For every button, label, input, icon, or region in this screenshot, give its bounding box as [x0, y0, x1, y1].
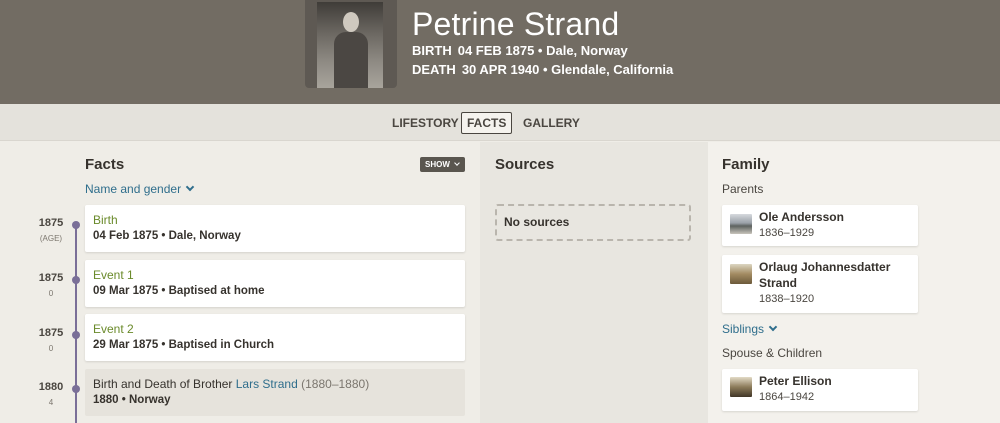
fact-detail: 29 Mar 1875 • Baptised in Church [93, 339, 275, 351]
birth-label: BIRTH [412, 43, 452, 58]
family-heading: Family [722, 156, 770, 173]
fact-title: Event 1 [93, 268, 134, 282]
person-dates: 1836–1929 [759, 227, 815, 239]
person-name: Peter Ellison [759, 374, 832, 388]
name-gender-label: Name and gender [85, 182, 182, 196]
birth-summary: BIRTH 04 FEB 1875 • Dale, Norway [412, 43, 628, 58]
timeline-age: (AGE) [39, 234, 63, 243]
tab-gallery[interactable]: GALLERY [517, 112, 586, 134]
person-name-line2: Strand [759, 276, 798, 290]
fact-card-sibling-event[interactable]: Birth and Death of Brother Lars Strand (… [85, 369, 465, 416]
person-thumbnail [730, 214, 752, 234]
facts-heading: Facts [85, 156, 125, 173]
timeline-year: 1875 [38, 272, 64, 284]
fact-title: Birth [93, 213, 118, 227]
person-name: Ole Andersson [759, 210, 844, 224]
sources-heading: Sources [495, 156, 555, 173]
death-value: 30 APR 1940 • Glendale, California [461, 62, 674, 77]
chevron-down-icon [185, 182, 195, 192]
timeline-dot [72, 385, 80, 393]
timeline-dot [72, 276, 80, 284]
timeline-year: 1880 [38, 381, 64, 393]
spouse-children-label: Spouse & Children [722, 346, 823, 360]
profile-header: Petrine Strand BIRTH 04 FEB 1875 • Dale, … [0, 0, 1000, 104]
sources-column [480, 142, 708, 423]
fact-card-birth[interactable]: Birth 04 Feb 1875 • Dale, Norway [85, 205, 465, 252]
death-label: DEATH [412, 62, 456, 77]
timeline-dot [72, 331, 80, 339]
portrait-image [317, 2, 383, 88]
fact-detail: 04 Feb 1875 • Dale, Norway [93, 230, 241, 242]
profile-tabs: LIFESTORY FACTS GALLERY [0, 104, 1000, 141]
tab-facts[interactable]: FACTS [461, 112, 513, 134]
portrait-head-shape [343, 12, 359, 32]
timeline-age: 0 [48, 289, 54, 298]
person-thumbnail [730, 264, 752, 284]
timeline-age: 0 [48, 344, 54, 353]
profile-photo[interactable] [305, 0, 397, 88]
siblings-toggle[interactable]: Siblings [722, 322, 778, 336]
person-dates: 1838–1920 [759, 293, 815, 305]
timeline-age: 4 [48, 398, 54, 407]
person-thumbnail [730, 377, 752, 397]
fact-title: Event 2 [93, 322, 134, 336]
person-name-line1: Orlaug Johannesdatter [759, 260, 891, 274]
no-sources-box: No sources [495, 204, 691, 241]
portrait-body-shape [334, 32, 368, 88]
show-button-label: SHOW [425, 160, 450, 169]
fact-title-prefix: Birth and Death of Brother [93, 377, 236, 391]
siblings-label: Siblings [722, 322, 765, 336]
fact-title-suffix: (1880–1880) [297, 377, 370, 391]
chevron-down-icon [768, 322, 778, 332]
person-dates: 1864–1942 [759, 391, 815, 403]
parents-label: Parents [722, 182, 764, 196]
birth-value: 04 FEB 1875 • Dale, Norway [457, 43, 628, 58]
fact-title: Birth and Death of Brother Lars Strand (… [93, 377, 369, 391]
fact-detail: 09 Mar 1875 • Baptised at home [93, 285, 265, 297]
person-name: Orlaug Johannesdatter Strand [759, 259, 890, 291]
chevron-down-icon [454, 160, 460, 166]
timeline-dot [72, 221, 80, 229]
brother-link[interactable]: Lars Strand [236, 377, 298, 391]
spouse-card-peter[interactable]: Peter Ellison 1864–1942 [722, 369, 918, 411]
fact-card-event-1[interactable]: Event 1 09 Mar 1875 • Baptised at home [85, 260, 465, 307]
timeline-year: 1875 [38, 217, 64, 229]
fact-detail: 1880 • Norway [93, 394, 171, 406]
parent-card-orlaug[interactable]: Orlaug Johannesdatter Strand 1838–1920 [722, 255, 918, 313]
death-summary: DEATH 30 APR 1940 • Glendale, California [412, 62, 673, 77]
name-gender-toggle[interactable]: Name and gender [85, 182, 195, 196]
timeline-year: 1875 [38, 327, 64, 339]
show-button[interactable]: SHOW [420, 157, 465, 172]
tab-lifestory[interactable]: LIFESTORY [386, 112, 465, 134]
person-name: Petrine Strand [412, 6, 620, 42]
fact-card-event-2[interactable]: Event 2 29 Mar 1875 • Baptised in Church [85, 314, 465, 361]
parent-card-ole[interactable]: Ole Andersson 1836–1929 [722, 205, 918, 246]
